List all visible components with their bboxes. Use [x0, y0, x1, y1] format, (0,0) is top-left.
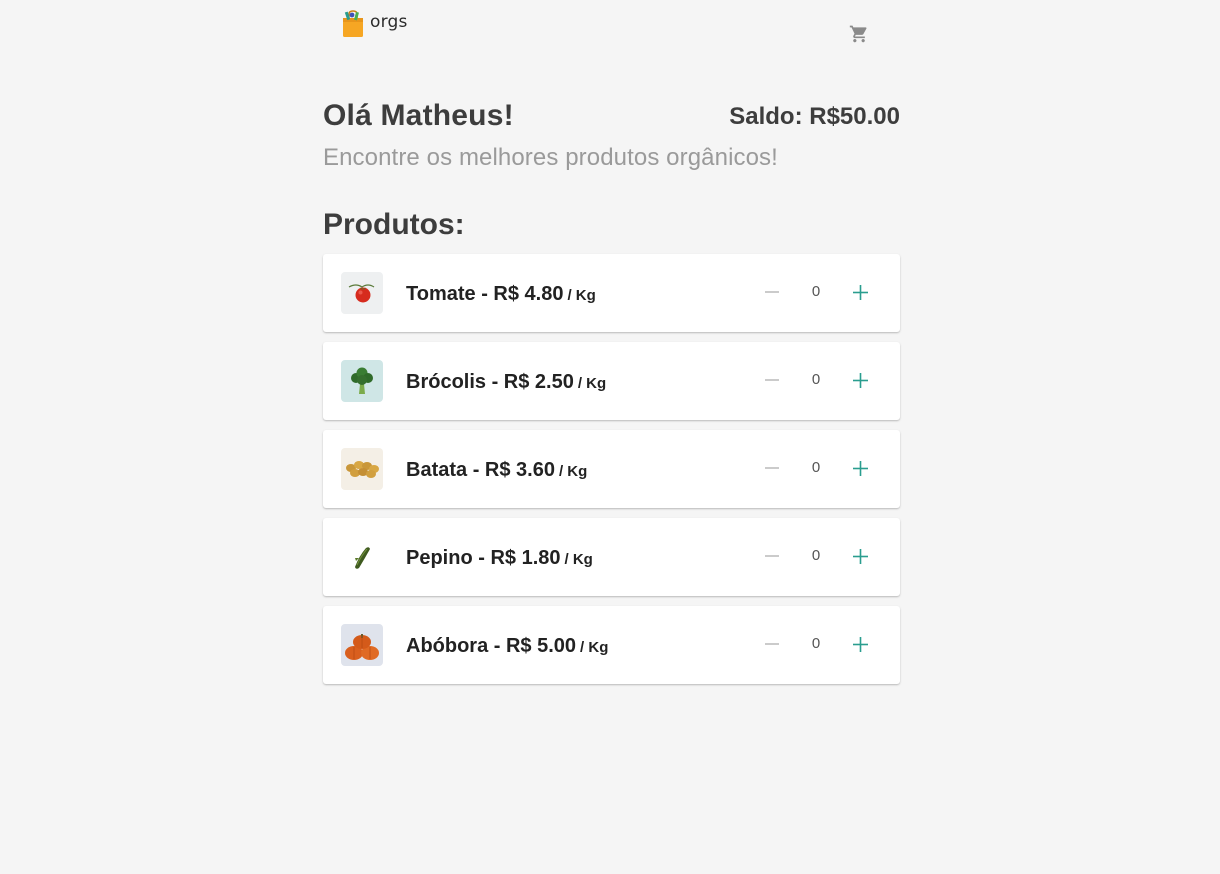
- balance-label: Saldo: R$50.00: [729, 103, 900, 130]
- decrease-button[interactable]: [761, 545, 783, 567]
- greeting-title: Olá Matheus!: [323, 99, 514, 132]
- product-name-text: Batata - R$ 3.60: [406, 459, 555, 481]
- cart-button[interactable]: [847, 22, 871, 46]
- decrease-button[interactable]: [761, 633, 783, 655]
- increase-button[interactable]: [849, 633, 871, 655]
- logo-text: orgs: [370, 12, 408, 32]
- product-unit: / Kg: [558, 463, 588, 480]
- quantity-value: 0: [811, 371, 821, 388]
- tomato-image: [341, 272, 383, 314]
- quantity-value: 0: [811, 459, 821, 476]
- header: orgs: [323, 0, 900, 60]
- product-unit: / Kg: [580, 639, 609, 656]
- product-card-batata: Batata - R$ 3.60/ Kg 0: [323, 430, 900, 508]
- minus-icon: [765, 555, 779, 557]
- greeting-subtitle: Encontre os melhores produtos orgânicos!: [323, 144, 778, 171]
- product-name-text: Abóbora - R$ 5.00: [406, 635, 577, 657]
- product-image-abobora: [341, 624, 383, 666]
- product-name: Batata - R$ 3.60/ Kg: [406, 459, 587, 482]
- product-name: Brócolis - R$ 2.50/ Kg: [406, 371, 606, 394]
- increase-button[interactable]: [849, 369, 871, 391]
- product-image-pepino: [341, 536, 383, 578]
- increase-button[interactable]: [849, 545, 871, 567]
- product-name-text: Brócolis - R$ 2.50: [406, 371, 574, 393]
- product-name-text: Tomate - R$ 4.80: [406, 283, 564, 305]
- increase-button[interactable]: [849, 457, 871, 479]
- product-image-batata: [341, 448, 383, 490]
- decrease-button[interactable]: [761, 457, 783, 479]
- product-unit: / Kg: [564, 551, 593, 568]
- product-image-tomate: [341, 272, 383, 314]
- potato-image: [341, 448, 383, 490]
- product-image-brocolis: [341, 360, 383, 402]
- minus-icon: [765, 467, 779, 469]
- main-container: orgs Olá Matheus! Saldo: R$50.00 Encontr…: [323, 0, 900, 684]
- plus-icon: [852, 636, 868, 652]
- minus-icon: [765, 379, 779, 381]
- page: orgs Olá Matheus! Saldo: R$50.00 Encontr…: [0, 0, 1220, 874]
- cart-icon: [849, 25, 867, 43]
- product-card-tomate: Tomate - R$ 4.80/ Kg 0: [323, 254, 900, 332]
- increase-button[interactable]: [849, 281, 871, 303]
- product-name: Abóbora - R$ 5.00/ Kg: [406, 635, 608, 658]
- products-title: Produtos:: [323, 208, 465, 241]
- product-unit: / Kg: [567, 287, 596, 304]
- quantity-value: 0: [811, 635, 821, 652]
- greeting-row: Olá Matheus! Saldo: R$50.00: [323, 99, 900, 139]
- logo[interactable]: orgs: [341, 10, 408, 38]
- plus-icon: [852, 372, 868, 388]
- decrease-button[interactable]: [761, 369, 783, 391]
- product-list: Tomate - R$ 4.80/ Kg 0 Brócolis - R$ 2.5…: [323, 254, 900, 694]
- minus-icon: [765, 291, 779, 293]
- product-card-brocolis: Brócolis - R$ 2.50/ Kg 0: [323, 342, 900, 420]
- shopping-bag-icon: [343, 10, 363, 37]
- minus-icon: [765, 643, 779, 645]
- plus-icon: [852, 460, 868, 476]
- product-card-abobora: Abóbora - R$ 5.00/ Kg 0: [323, 606, 900, 684]
- product-name: Tomate - R$ 4.80/ Kg: [406, 283, 596, 306]
- quantity-value: 0: [811, 283, 821, 300]
- quantity-value: 0: [811, 547, 821, 564]
- product-name: Pepino - R$ 1.80/ Kg: [406, 547, 593, 570]
- broccoli-image: [341, 360, 383, 402]
- plus-icon: [852, 284, 868, 300]
- decrease-button[interactable]: [761, 281, 783, 303]
- product-card-pepino: Pepino - R$ 1.80/ Kg 0: [323, 518, 900, 596]
- pumpkin-image: [341, 624, 383, 666]
- product-unit: / Kg: [577, 375, 607, 392]
- product-name-text: Pepino - R$ 1.80: [406, 547, 561, 569]
- plus-icon: [852, 548, 868, 564]
- cucumber-image: [341, 536, 383, 578]
